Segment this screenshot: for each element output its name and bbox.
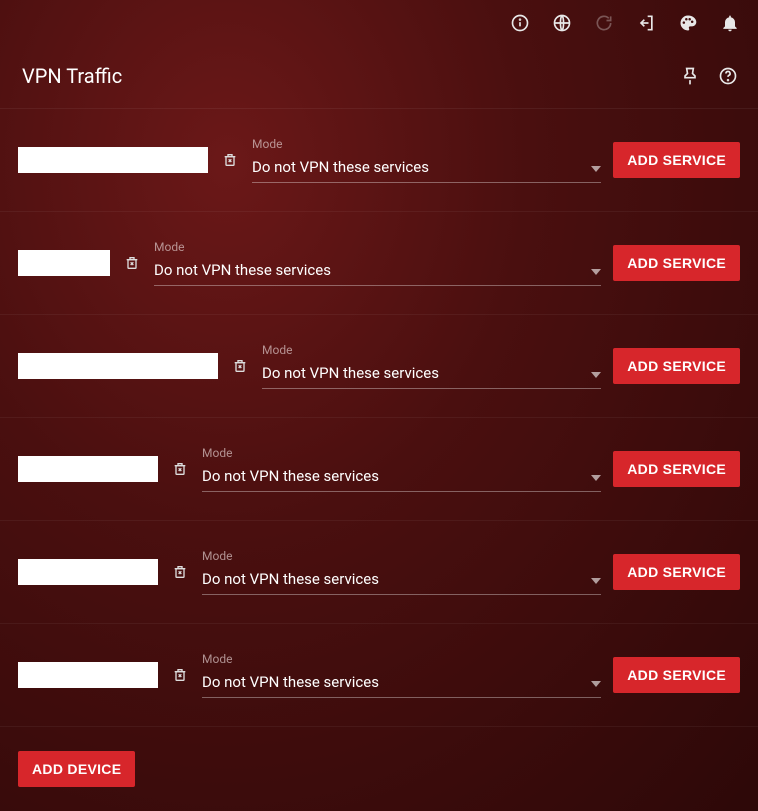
mode-select[interactable]: Do not VPN these services [202, 565, 601, 595]
mode-value: Do not VPN these services [202, 467, 379, 485]
device-input[interactable] [18, 353, 218, 379]
chevron-down-icon [591, 157, 601, 176]
mode-value: Do not VPN these services [154, 261, 331, 279]
device-row: Mode Do not VPN these services ADD SERVIC… [0, 212, 758, 315]
mode-value: Do not VPN these services [262, 364, 439, 382]
add-device-button[interactable]: ADD DEVICE [18, 751, 135, 787]
pin-icon[interactable] [680, 66, 700, 86]
delete-icon[interactable] [170, 664, 190, 686]
mode-value: Do not VPN these services [202, 673, 379, 691]
mode-label: Mode [252, 137, 601, 151]
device-input[interactable] [18, 456, 158, 482]
info-icon[interactable] [510, 13, 530, 33]
footer: ADD DEVICE [0, 727, 758, 811]
device-input[interactable] [18, 147, 208, 173]
device-row: Mode Do not VPN these services ADD SERVIC… [0, 521, 758, 624]
add-service-button[interactable]: ADD SERVICE [613, 451, 740, 487]
mode-field: Mode Do not VPN these services [202, 652, 601, 698]
globe-icon[interactable] [552, 13, 572, 33]
delete-icon[interactable] [230, 355, 250, 377]
add-service-button[interactable]: ADD SERVICE [613, 554, 740, 590]
mode-select[interactable]: Do not VPN these services [202, 462, 601, 492]
mode-label: Mode [202, 652, 601, 666]
page-title: VPN Traffic [22, 64, 122, 88]
device-rows: Mode Do not VPN these services ADD SERVIC… [0, 109, 758, 727]
chevron-down-icon [591, 466, 601, 485]
add-service-button[interactable]: ADD SERVICE [613, 657, 740, 693]
chevron-down-icon [591, 260, 601, 279]
panel-header: VPN Traffic [0, 46, 758, 109]
add-service-button[interactable]: ADD SERVICE [613, 245, 740, 281]
exit-icon[interactable] [636, 13, 656, 33]
delete-icon[interactable] [170, 561, 190, 583]
device-row: Mode Do not VPN these services ADD SERVIC… [0, 624, 758, 727]
mode-value: Do not VPN these services [202, 570, 379, 588]
device-row: Mode Do not VPN these services ADD SERVIC… [0, 418, 758, 521]
device-row: Mode Do not VPN these services ADD SERVIC… [0, 315, 758, 418]
mode-label: Mode [154, 240, 601, 254]
mode-field: Mode Do not VPN these services [202, 446, 601, 492]
device-row: Mode Do not VPN these services ADD SERVIC… [0, 109, 758, 212]
mode-label: Mode [262, 343, 601, 357]
mode-field: Mode Do not VPN these services [262, 343, 601, 389]
help-icon[interactable] [718, 66, 738, 86]
mode-value: Do not VPN these services [252, 158, 429, 176]
palette-icon[interactable] [678, 13, 698, 33]
mode-field: Mode Do not VPN these services [252, 137, 601, 183]
mode-select[interactable]: Do not VPN these services [252, 153, 601, 183]
add-service-button[interactable]: ADD SERVICE [613, 142, 740, 178]
panel-actions [680, 66, 738, 86]
refresh-icon[interactable] [594, 13, 614, 33]
device-input[interactable] [18, 662, 158, 688]
mode-select[interactable]: Do not VPN these services [262, 359, 601, 389]
chevron-down-icon [591, 569, 601, 588]
delete-icon[interactable] [170, 458, 190, 480]
device-input[interactable] [18, 559, 158, 585]
bell-icon[interactable] [720, 13, 740, 33]
mode-select[interactable]: Do not VPN these services [202, 668, 601, 698]
device-input[interactable] [18, 250, 110, 276]
mode-label: Mode [202, 549, 601, 563]
delete-icon[interactable] [220, 149, 240, 171]
delete-icon[interactable] [122, 252, 142, 274]
mode-label: Mode [202, 446, 601, 460]
mode-field: Mode Do not VPN these services [202, 549, 601, 595]
top-toolbar [0, 0, 758, 46]
add-service-button[interactable]: ADD SERVICE [613, 348, 740, 384]
mode-select[interactable]: Do not VPN these services [154, 256, 601, 286]
mode-field: Mode Do not VPN these services [154, 240, 601, 286]
chevron-down-icon [591, 363, 601, 382]
chevron-down-icon [591, 672, 601, 691]
